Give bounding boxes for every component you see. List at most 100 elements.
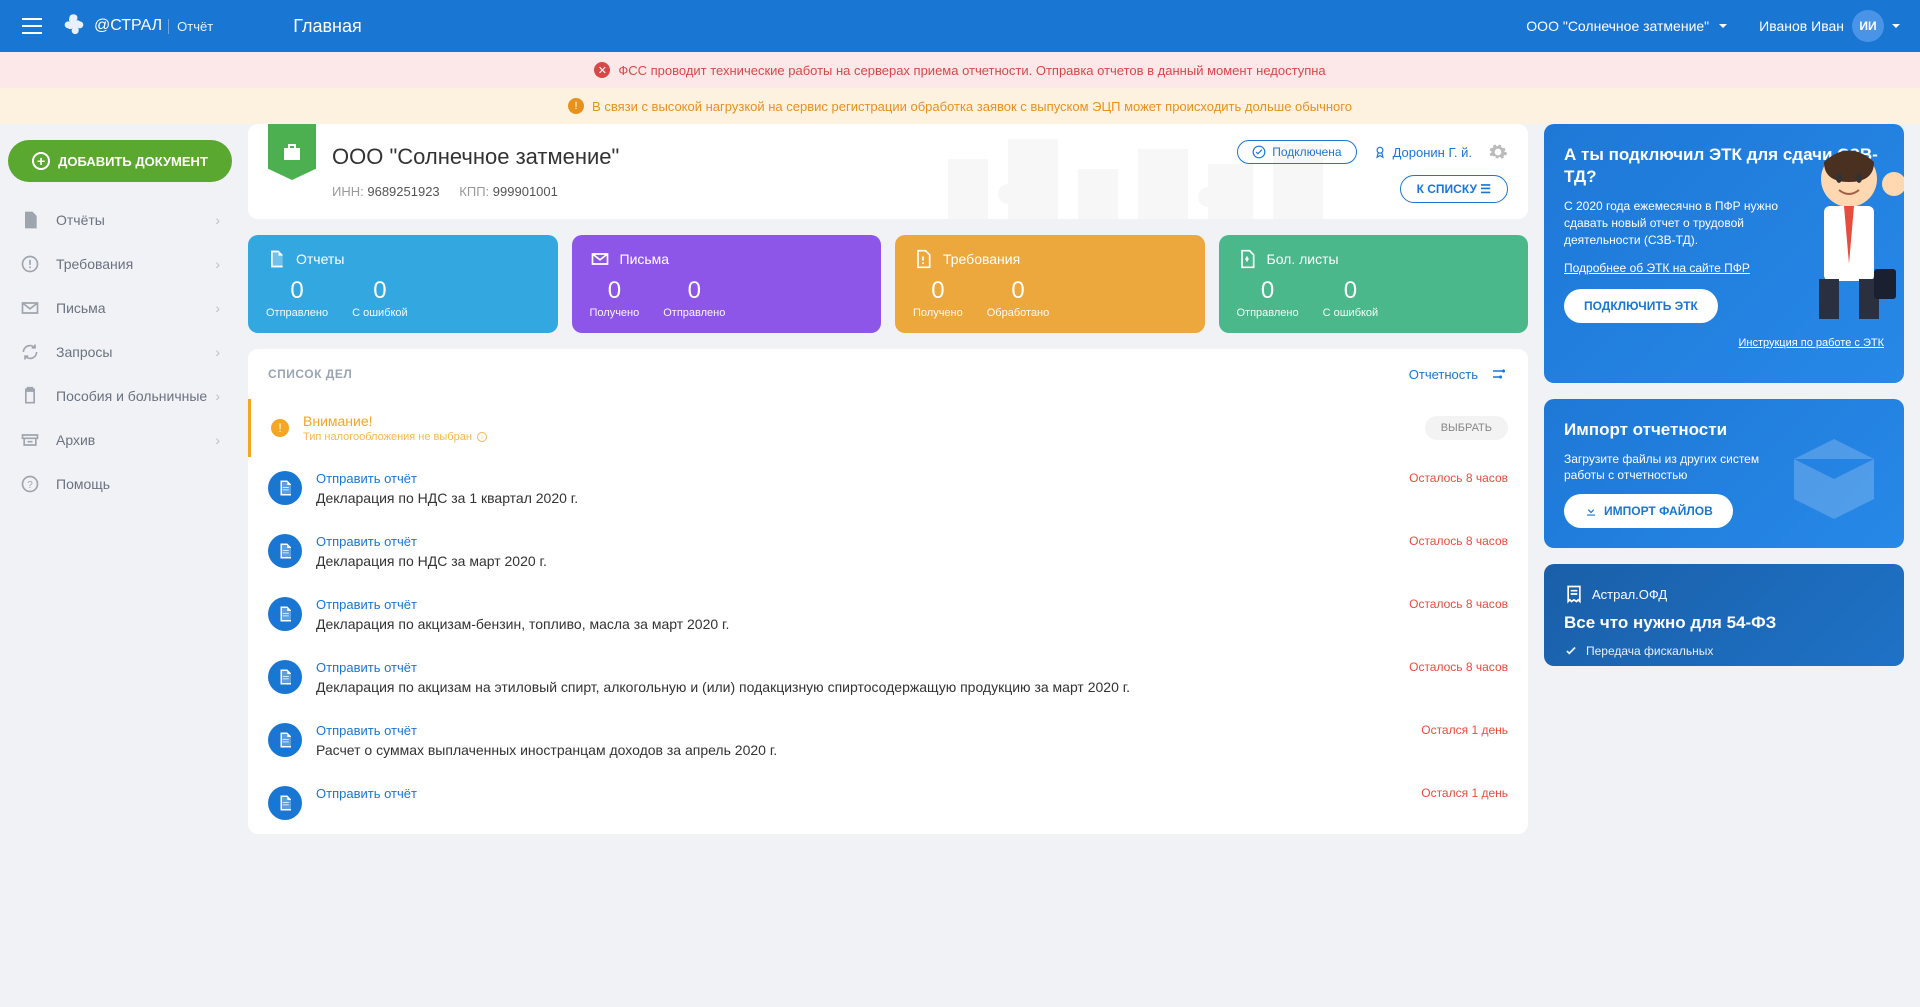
alert-warn: ! В связи с высокой нагрузкой на сервис … (0, 88, 1920, 124)
chevron-right-icon: › (215, 212, 220, 228)
person-illustration (1794, 134, 1904, 334)
import-body: Загрузите файлы из других систем работы … (1564, 451, 1784, 485)
sidebar-item-label: Письма (56, 300, 215, 316)
org-card: ООО "Солнечное затмение" ИНН: 9689251923… (248, 124, 1528, 219)
todo-action[interactable]: Отправить отчёт (316, 660, 1409, 675)
todo-item[interactable]: Отправить отчёт Остался 1 день (248, 772, 1528, 834)
stat-reports[interactable]: Отчеты 0Отправлено 0С ошибкой (248, 235, 558, 333)
sliders-icon (1490, 365, 1508, 383)
etk-connect-button[interactable]: ПОДКЛЮЧИТЬ ЭТК (1564, 289, 1718, 323)
etk-body: С 2020 года ежемесячно в ПФР нужно сдава… (1564, 198, 1784, 248)
etk-card: А ты подключил ЭТК для сдачи СЗВ-ТД? С 2… (1544, 124, 1904, 383)
connected-badge: Подключена (1237, 140, 1356, 164)
clipboard-icon (20, 386, 44, 406)
doc-send-icon (268, 786, 302, 820)
add-document-button[interactable]: + ДОБАВИТЬ ДОКУМЕНТ (8, 140, 232, 182)
todo-desc: Декларация по акцизам на этиловый спирт,… (316, 679, 1409, 695)
import-button[interactable]: ИМПОРТ ФАЙЛОВ (1564, 494, 1733, 528)
choose-tax-button[interactable]: ВЫБРАТЬ (1425, 416, 1508, 440)
sidebar-item-queries[interactable]: Запросы › (8, 330, 232, 374)
box-illustration (1774, 419, 1894, 519)
sidebar-item-label: Отчёты (56, 212, 215, 228)
stat-sicklists[interactable]: Бол. листы 0Отправлено 0С ошибкой (1219, 235, 1529, 333)
chevron-right-icon: › (215, 388, 220, 404)
todo-action[interactable]: Отправить отчёт (316, 597, 1409, 612)
settings-button[interactable] (1488, 142, 1508, 162)
todo-list: СПИСОК ДЕЛ Отчетность ! Внимание! Тип на… (248, 349, 1528, 834)
sidebar-item-label: Запросы (56, 344, 215, 360)
doc-send-icon (268, 660, 302, 694)
chevron-right-icon: › (215, 344, 220, 360)
etk-instruction-link[interactable]: Инструкция по работе с ЭТК (1564, 337, 1884, 349)
todo-action[interactable]: Отправить отчёт (316, 534, 1409, 549)
sidebar-item-label: Пособия и больничные (56, 388, 215, 404)
etk-link[interactable]: Подробнее об ЭТК на сайте ПФР (1564, 261, 1750, 275)
sidebar-item-reports[interactable]: Отчёты › (8, 198, 232, 242)
to-list-button[interactable]: К СПИСКУ ☰ (1400, 175, 1508, 203)
info-icon: i (476, 431, 488, 443)
mail-icon (590, 249, 610, 269)
filter-button[interactable] (1490, 365, 1508, 383)
chevron-down-icon (1888, 18, 1904, 34)
stat-letters[interactable]: Письма 0Получено 0Отправлено (572, 235, 882, 333)
receipt-icon (1564, 584, 1584, 604)
sidebar-item-label: Помощь (56, 476, 220, 492)
sidebar-item-help[interactable]: ? Помощь (8, 462, 232, 506)
mail-icon (20, 298, 44, 318)
brand-text: @СТРАЛ (94, 17, 162, 35)
ribbon-icon (1373, 145, 1387, 159)
sidebar-item-requirements[interactable]: Требования › (8, 242, 232, 286)
ofd-title: Все что нужно для 54-ФЗ (1564, 612, 1884, 634)
archive-icon (20, 430, 44, 450)
user-menu[interactable]: Иванов Иван ИИ (1759, 10, 1904, 42)
signer-link[interactable]: Доронин Г. й. (1373, 145, 1472, 160)
todo-desc: Декларация по НДС за март 2020 г. (316, 553, 1409, 569)
help-icon: ? (20, 474, 44, 494)
todo-item[interactable]: Отправить отчёт Расчет о суммах выплачен… (248, 709, 1528, 772)
svg-text:?: ? (27, 480, 33, 491)
todo-time: Осталось 8 часов (1409, 471, 1508, 485)
todo-action[interactable]: Отправить отчёт (316, 723, 1421, 738)
doc-alert-icon (913, 249, 933, 269)
svg-text:i: i (481, 435, 482, 441)
todo-item[interactable]: Отправить отчёт Декларация по акцизам-бе… (248, 583, 1528, 646)
sidebar-item-label: Требования (56, 256, 215, 272)
todo-desc: Расчет о суммах выплаченных иностранцам … (316, 742, 1421, 758)
menu-button[interactable] (16, 10, 48, 42)
chevron-right-icon: › (215, 432, 220, 448)
sidebar-item-letters[interactable]: Письма › (8, 286, 232, 330)
chevron-down-icon (1715, 18, 1731, 34)
warn-icon: ! (568, 98, 584, 114)
ofd-card: Астрал.ОФД Все что нужно для 54-ФЗ Перед… (1544, 564, 1904, 666)
todo-filter[interactable]: Отчетность (1409, 367, 1478, 382)
todo-action[interactable]: Отправить отчёт (316, 786, 1421, 801)
refresh-icon (20, 342, 44, 362)
chevron-right-icon: › (215, 256, 220, 272)
sidebar-item-benefits[interactable]: Пособия и больничные › (8, 374, 232, 418)
sidebar-item-archive[interactable]: Архив › (8, 418, 232, 462)
doc-send-icon (268, 597, 302, 631)
document-icon (20, 210, 44, 230)
hamburger-icon (22, 18, 42, 34)
download-icon (1584, 504, 1598, 518)
org-selector[interactable]: ООО "Солнечное затмение" (1526, 18, 1731, 34)
avatar: ИИ (1852, 10, 1884, 42)
stat-requirements[interactable]: Требования 0Получено 0Обработано (895, 235, 1205, 333)
todo-item[interactable]: Отправить отчёт Декларация по акцизам на… (248, 646, 1528, 709)
todo-time: Остался 1 день (1421, 786, 1508, 800)
import-card: Импорт отчетности Загрузите файлы из дру… (1544, 399, 1904, 549)
check-icon (1564, 644, 1578, 658)
chevron-right-icon: › (215, 300, 220, 316)
alert-circle-icon (20, 254, 44, 274)
todo-time: Остался 1 день (1421, 723, 1508, 737)
todo-action[interactable]: Отправить отчёт (316, 471, 1409, 486)
medical-icon (1237, 249, 1257, 269)
todo-item[interactable]: Отправить отчёт Декларация по НДС за мар… (248, 520, 1528, 583)
org-meta: ИНН: 9689251923 КПП: 999901001 (332, 184, 1504, 199)
check-icon (1252, 145, 1266, 159)
todo-title: СПИСОК ДЕЛ (268, 367, 1409, 381)
brand-logo: @СТРАЛ Отчёт (60, 12, 213, 40)
todo-desc: Декларация по акцизам-бензин, топливо, м… (316, 616, 1409, 632)
warn-icon: ! (271, 419, 289, 437)
todo-item[interactable]: Отправить отчёт Декларация по НДС за 1 к… (248, 457, 1528, 520)
